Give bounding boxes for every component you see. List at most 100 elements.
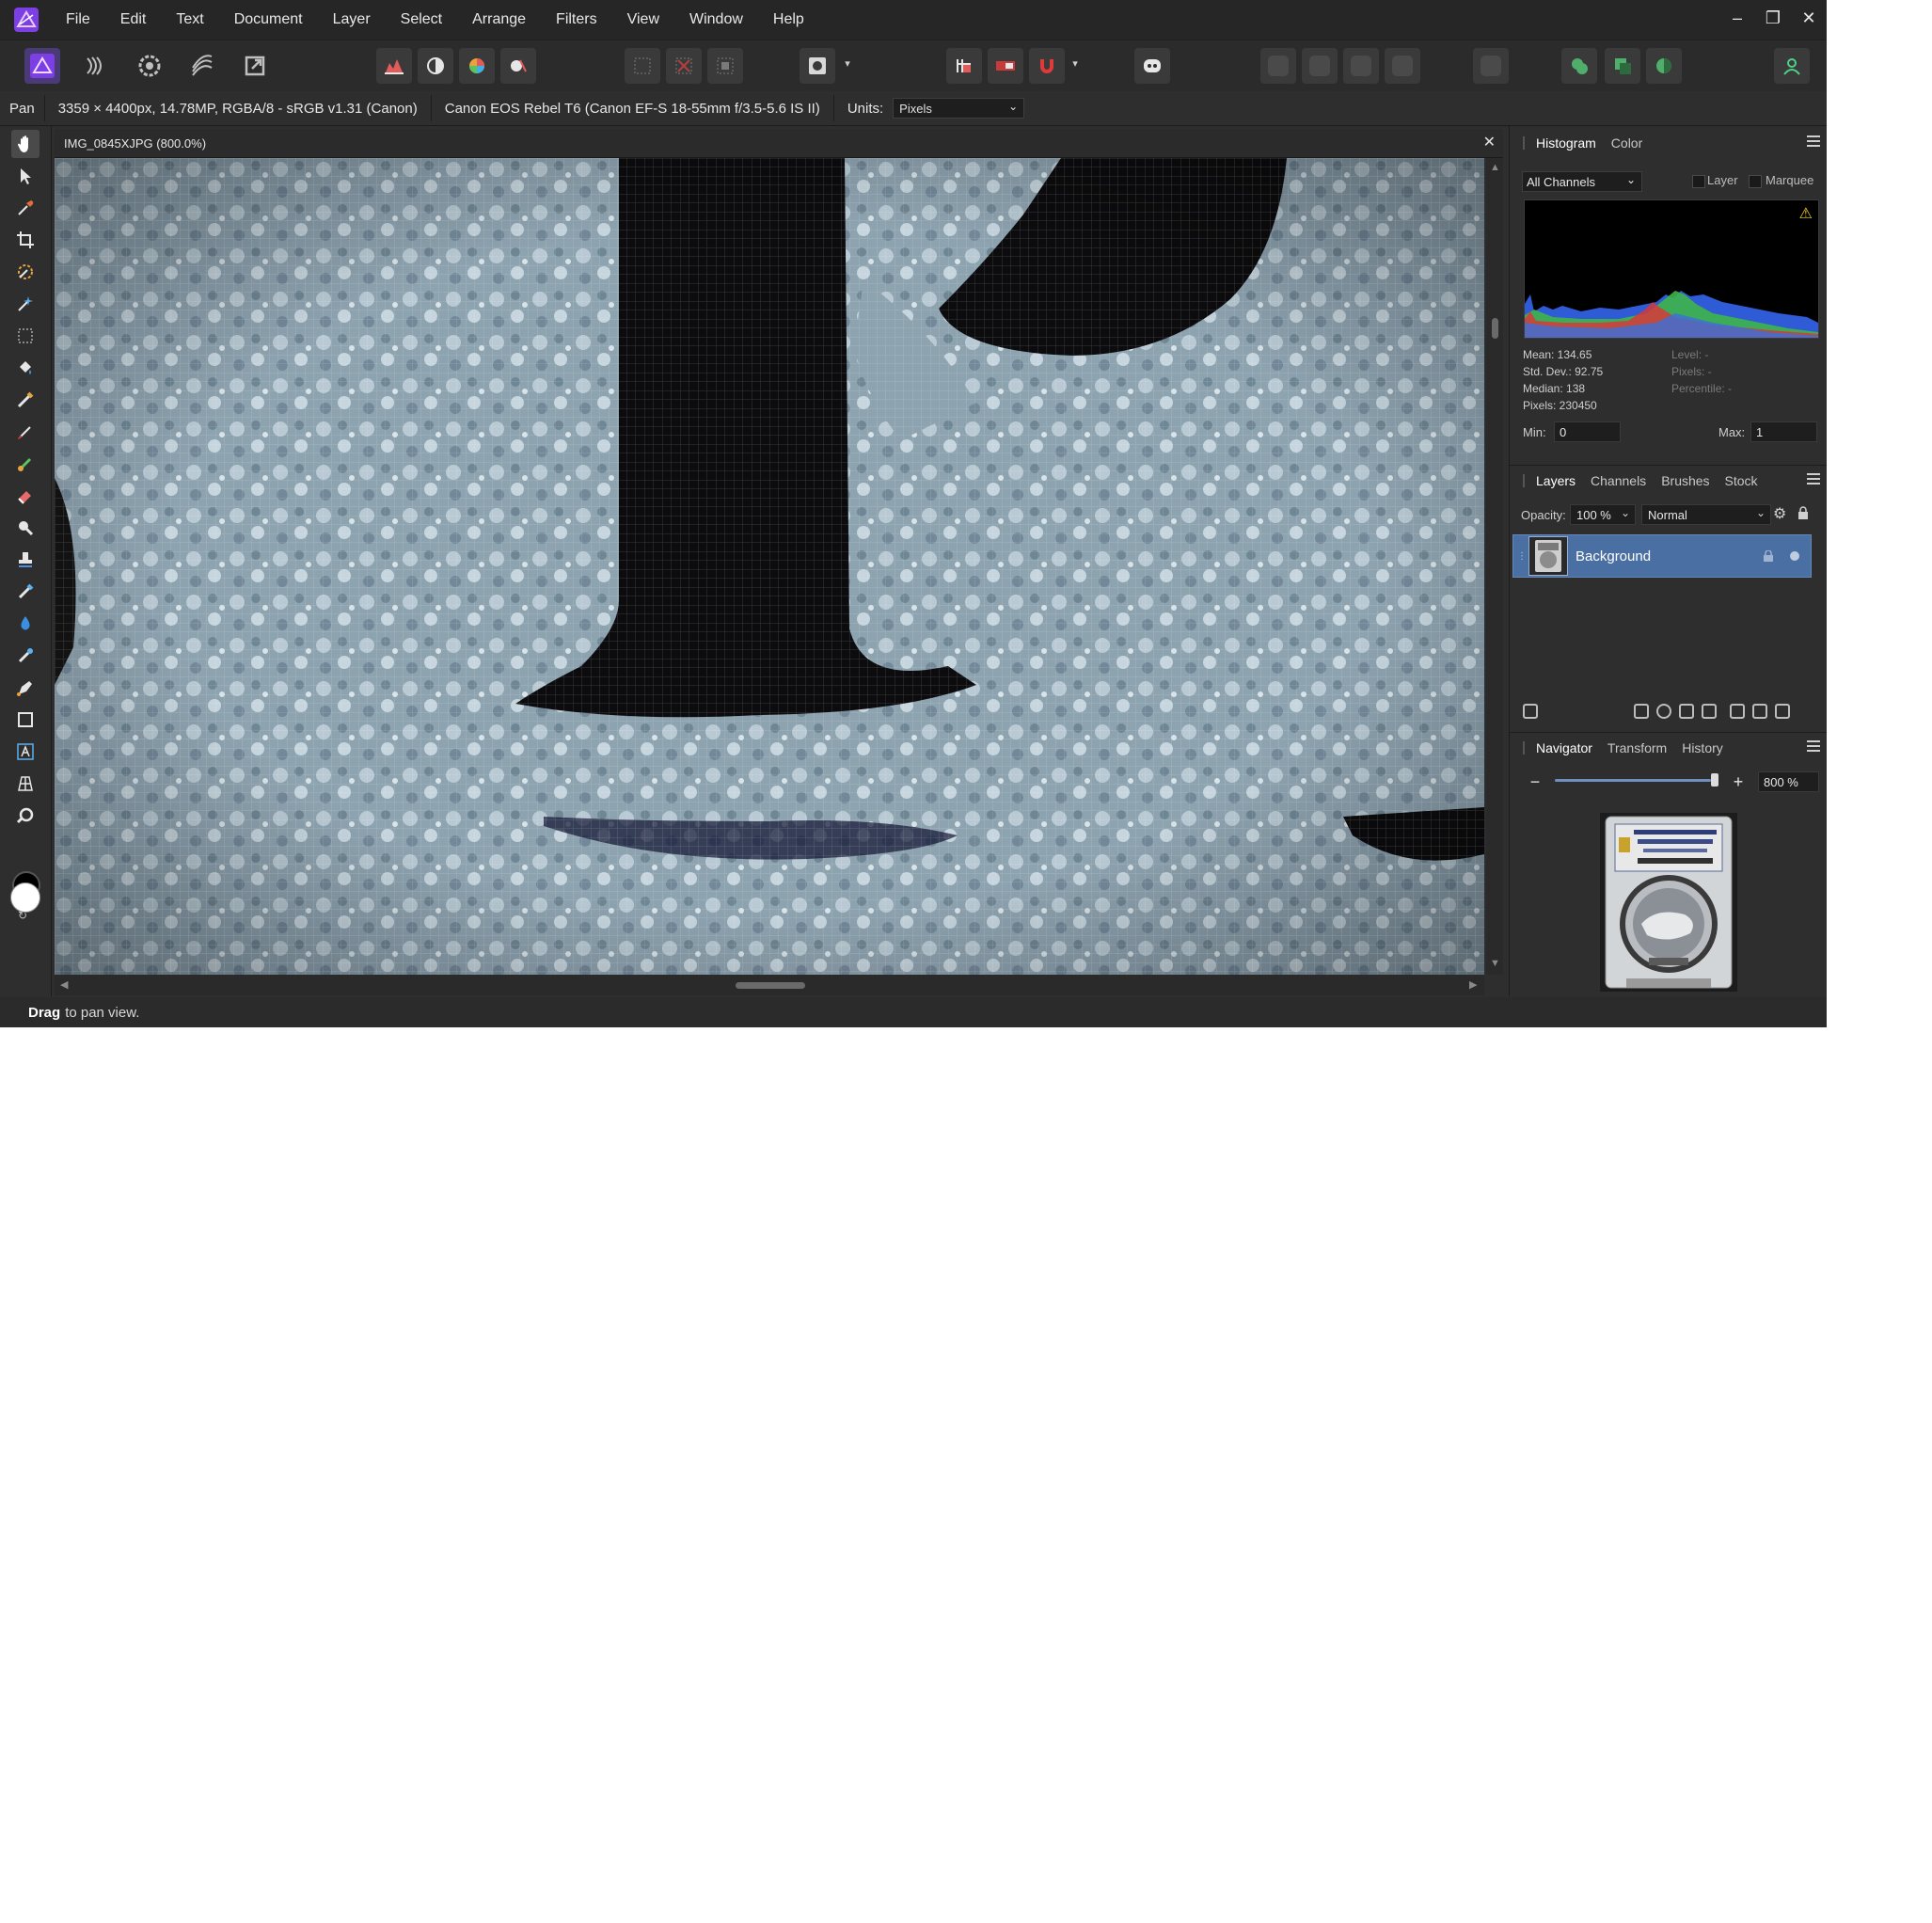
panel-menu-icon[interactable] xyxy=(1807,473,1820,486)
navigator-preview[interactable] xyxy=(1600,813,1737,992)
zoom-field[interactable]: 800 % xyxy=(1758,771,1819,792)
boolean-intersect-icon[interactable] xyxy=(1646,48,1682,84)
snapping-icon[interactable] xyxy=(946,48,982,84)
scroll-right-icon[interactable]: ▶ xyxy=(1469,978,1477,991)
menu-help[interactable]: Help xyxy=(773,11,804,28)
dodge-brush-icon[interactable] xyxy=(11,514,40,542)
auto-contrast-icon[interactable] xyxy=(418,48,453,84)
horizontal-scroll-thumb[interactable] xyxy=(736,982,805,989)
menu-arrange[interactable]: Arrange xyxy=(472,11,526,28)
scroll-up-icon[interactable]: ▲ xyxy=(1490,162,1500,173)
rectangle-tool-icon[interactable] xyxy=(11,706,40,734)
flood-select-icon[interactable] xyxy=(11,290,40,318)
max-field[interactable]: 1 xyxy=(1750,421,1817,442)
crop-tool-icon[interactable] xyxy=(11,226,40,254)
channel-dropdown[interactable]: All Channels ⌄ xyxy=(1522,171,1642,192)
marquee-tool-icon[interactable] xyxy=(11,322,40,350)
image-canvas[interactable] xyxy=(55,158,1484,975)
red-eye-icon[interactable] xyxy=(11,642,40,670)
layer-visibility-icon[interactable] xyxy=(1790,551,1799,561)
tab-history[interactable]: History xyxy=(1682,740,1723,755)
menu-layer[interactable]: Layer xyxy=(333,11,371,28)
boolean-add-icon[interactable] xyxy=(1561,48,1597,84)
auto-color-icon[interactable] xyxy=(459,48,495,84)
zoom-slider[interactable] xyxy=(1555,779,1711,782)
tab-navigator[interactable]: Navigator xyxy=(1536,740,1592,755)
healing-brush-icon[interactable] xyxy=(11,578,40,606)
mesh-warp-icon[interactable] xyxy=(11,770,40,798)
develop-persona-icon[interactable] xyxy=(132,48,167,84)
levels-adjustment-icon[interactable] xyxy=(376,48,412,84)
min-field[interactable]: 0 xyxy=(1554,421,1621,442)
account-icon[interactable] xyxy=(1774,48,1810,84)
panel-grip-icon[interactable] xyxy=(1523,474,1525,487)
close-window-button[interactable]: ✕ xyxy=(1791,8,1827,28)
zoom-out-button[interactable]: − xyxy=(1527,773,1544,790)
tab-stock[interactable]: Stock xyxy=(1725,473,1758,488)
layer-settings-icon[interactable]: ⚙ xyxy=(1773,504,1786,523)
layer-row-background[interactable]: ⋮⋮ Background xyxy=(1512,534,1812,578)
add-group-icon[interactable] xyxy=(1730,704,1745,719)
assistant-manager-icon[interactable] xyxy=(1134,48,1170,84)
pen-tool-icon[interactable] xyxy=(11,674,40,702)
move-tool-icon[interactable] xyxy=(11,162,40,190)
menu-text[interactable]: Text xyxy=(176,11,203,28)
menu-filters[interactable]: Filters xyxy=(556,11,597,28)
zoom-in-button[interactable]: + xyxy=(1730,773,1747,790)
color-picker-icon[interactable] xyxy=(11,194,40,222)
vertical-scroll-thumb[interactable] xyxy=(1492,318,1498,339)
boolean-subtract-icon[interactable] xyxy=(1605,48,1640,84)
quick-mask-dropdown-icon[interactable]: ▾ xyxy=(841,57,854,71)
document-tab[interactable]: IMG_0845XJPG (800.0%) ✕ xyxy=(55,129,1503,158)
tab-histogram[interactable]: Histogram xyxy=(1536,135,1596,151)
close-document-icon[interactable]: ✕ xyxy=(1483,133,1496,151)
menu-document[interactable]: Document xyxy=(234,11,303,28)
layer-checkbox[interactable] xyxy=(1692,175,1705,188)
clone-brush-icon[interactable] xyxy=(11,546,40,574)
add-adjustment-icon[interactable] xyxy=(1656,704,1671,719)
zoom-tool-icon[interactable] xyxy=(11,802,40,830)
erase-brush-icon[interactable] xyxy=(11,482,40,510)
affinity-photo-logo-icon[interactable] xyxy=(13,7,40,33)
units-dropdown[interactable]: Pixels ⌄ xyxy=(893,98,1025,119)
snapping-dropdown-icon[interactable]: ▾ xyxy=(1069,57,1082,71)
menu-window[interactable]: Window xyxy=(689,11,743,28)
restore-button[interactable]: ❐ xyxy=(1755,8,1791,28)
tab-layers[interactable]: Layers xyxy=(1536,473,1576,488)
marquee-checkbox[interactable] xyxy=(1749,175,1762,188)
tone-mapping-persona-icon[interactable] xyxy=(184,48,220,84)
paint-brush-icon[interactable] xyxy=(11,418,40,446)
add-mask-icon[interactable] xyxy=(1634,704,1649,719)
panel-menu-icon[interactable] xyxy=(1807,135,1820,149)
pixel-tool-icon[interactable] xyxy=(11,450,40,478)
menu-view[interactable]: View xyxy=(627,11,659,28)
menu-edit[interactable]: Edit xyxy=(120,11,147,28)
tab-transform[interactable]: Transform xyxy=(1607,740,1667,755)
add-live-filter-icon[interactable] xyxy=(1679,704,1694,719)
menu-select[interactable]: Select xyxy=(401,11,442,28)
tab-channels[interactable]: Channels xyxy=(1591,473,1646,488)
assistant-toggle-icon[interactable] xyxy=(988,48,1023,84)
deselect-icon[interactable] xyxy=(666,48,702,84)
text-tool-icon[interactable] xyxy=(11,738,40,766)
menu-file[interactable]: File xyxy=(66,11,90,28)
tab-color[interactable]: Color xyxy=(1611,135,1642,151)
drag-handle-icon[interactable]: ⋮⋮ xyxy=(1517,551,1536,562)
delete-layer-icon[interactable] xyxy=(1775,704,1790,719)
scroll-left-icon[interactable]: ◀ xyxy=(60,978,68,991)
horizontal-scrollbar[interactable]: ◀ ▶ xyxy=(55,975,1484,995)
panel-grip-icon[interactable] xyxy=(1523,741,1525,755)
layer-lock-icon[interactable] xyxy=(1764,549,1773,562)
magnet-snapping-icon[interactable] xyxy=(1029,48,1065,84)
layer-lock-toggle-icon[interactable] xyxy=(1797,506,1809,524)
layer-options-icon[interactable] xyxy=(1523,704,1538,719)
add-pixel-layer-icon[interactable] xyxy=(1752,704,1767,719)
panel-menu-icon[interactable] xyxy=(1807,740,1820,754)
photo-persona-icon[interactable] xyxy=(24,48,60,84)
quick-mask-icon[interactable] xyxy=(800,48,835,84)
blur-brush-icon[interactable] xyxy=(11,610,40,638)
color-swatches[interactable]: ↻ xyxy=(10,871,42,922)
tab-brushes[interactable]: Brushes xyxy=(1661,473,1709,488)
invert-selection-icon[interactable] xyxy=(707,48,743,84)
flood-fill-icon[interactable] xyxy=(11,354,40,382)
